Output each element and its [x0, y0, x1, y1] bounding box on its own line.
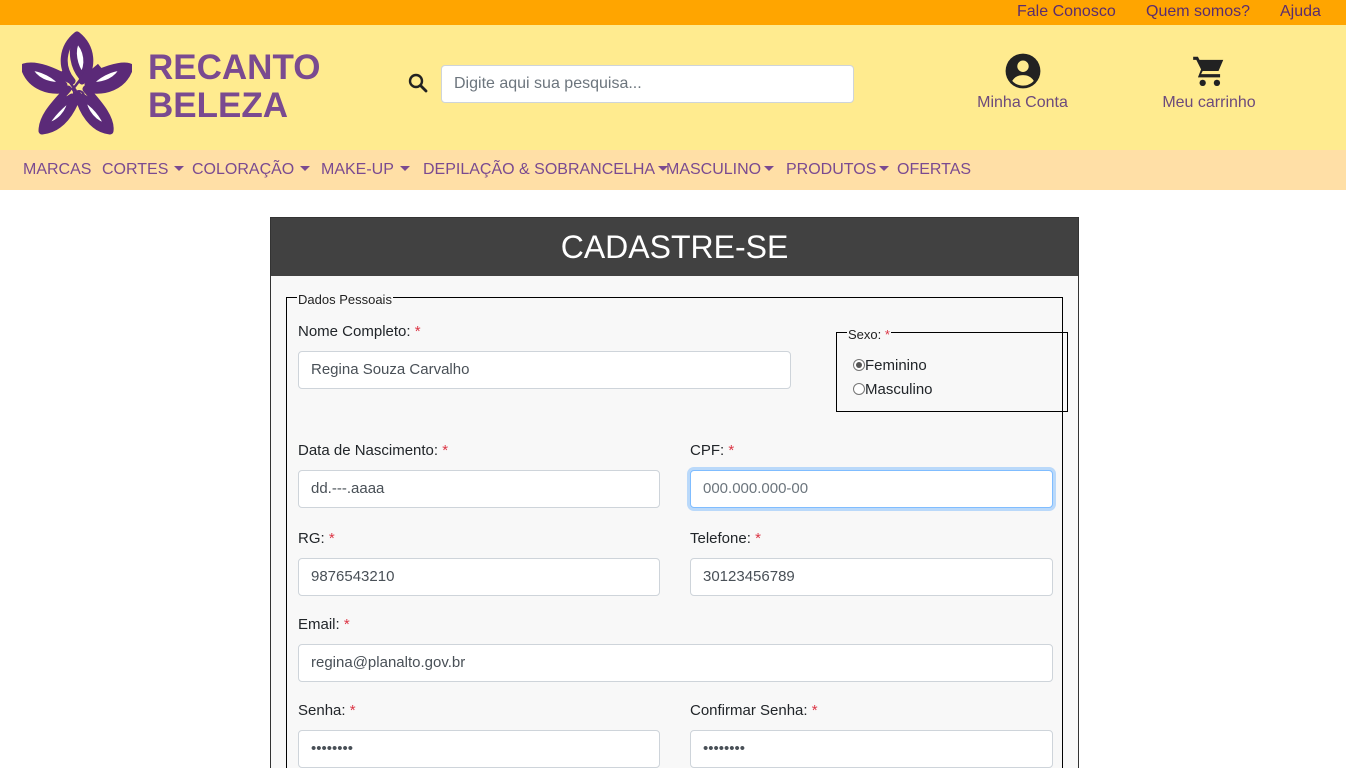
nav-item-depilacao[interactable]: DEPILAÇÃO & SOBRANCELHA: [423, 161, 669, 179]
senha-label: Senha: *: [298, 702, 356, 719]
caret-down-icon: [174, 166, 185, 171]
account-circle-icon: [1005, 53, 1040, 89]
sexo-option-masculino[interactable]: Masculino: [853, 381, 933, 398]
required-mark: *: [755, 530, 761, 547]
caret-down-icon: [300, 166, 311, 171]
rg-input[interactable]: 9876543210: [298, 558, 660, 596]
required-mark: *: [811, 702, 818, 719]
register-card: CADASTRE-SE Dados Pessoais Nome Completo…: [270, 217, 1079, 768]
required-mark: *: [328, 530, 335, 547]
cart-label: Meu carrinho: [1162, 94, 1256, 111]
radio-masculino[interactable]: [853, 383, 865, 395]
nav-item-make-up[interactable]: MAKE-UP: [321, 161, 410, 179]
flower-logo-icon[interactable]: [22, 31, 132, 135]
caret-down-icon: [764, 166, 775, 171]
nav-item-marcas[interactable]: MARCAS: [23, 161, 91, 179]
required-mark: *: [414, 323, 421, 340]
personal-data-fieldset: Dados Pessoais Nome Completo: * Regina S…: [286, 292, 1068, 768]
nav-item-cortes[interactable]: CORTES: [102, 161, 185, 179]
brand-name[interactable]: RECANTO BELEZA: [148, 49, 320, 125]
quem-somos-link[interactable]: Quem somos?: [1146, 3, 1250, 21]
email-label: Email: *: [298, 616, 350, 633]
rg-label: RG: *: [298, 530, 335, 547]
confirmar-senha-label: Confirmar Senha: *: [690, 702, 818, 719]
brand-line-1: RECANTO: [148, 48, 321, 87]
brand-line-2: BELEZA: [148, 86, 288, 125]
nascimento-input[interactable]: dd.---.aaaa: [298, 470, 660, 508]
required-mark: *: [884, 327, 890, 342]
nav-item-coloracao[interactable]: COLORAÇÃO: [192, 161, 311, 179]
sexo-fieldset: Sexo: * Feminino Masculino: [836, 327, 1068, 412]
account-button[interactable]: Minha Conta: [975, 52, 1070, 112]
confirmar-senha-input[interactable]: ••••••••: [690, 730, 1053, 768]
telefone-input[interactable]: 30123456789: [690, 558, 1053, 596]
radio-feminino[interactable]: [853, 359, 865, 371]
caret-down-icon: [879, 166, 890, 171]
nav-item-masculino[interactable]: MASCULINO: [666, 161, 775, 179]
required-mark: *: [442, 442, 449, 459]
sexo-legend: Sexo: *: [847, 327, 891, 342]
shopping-cart-icon: [1193, 56, 1224, 87]
email-input[interactable]: regina@planalto.gov.br: [298, 644, 1053, 682]
cpf-label: CPF: *: [690, 442, 735, 459]
cpf-input[interactable]: 000.000.000-00: [690, 470, 1053, 508]
nome-label: Nome Completo: *: [298, 323, 421, 340]
sexo-option-feminino[interactable]: Feminino: [853, 357, 927, 374]
fale-conosco-link[interactable]: Fale Conosco: [1017, 3, 1116, 21]
site-header: RECANTO BELEZA Minha Conta Meu carrinho: [0, 25, 1346, 150]
account-label: Minha Conta: [977, 94, 1068, 111]
caret-down-icon: [399, 166, 410, 171]
senha-input[interactable]: ••••••••: [298, 730, 660, 768]
register-title: CADASTRE-SE: [271, 218, 1078, 276]
nav-item-produtos[interactable]: PRODUTOS: [786, 161, 890, 179]
nome-input[interactable]: Regina Souza Carvalho: [298, 351, 791, 389]
top-bar: Fale Conosco Quem somos? Ajuda: [0, 0, 1346, 25]
nav-item-ofertas[interactable]: OFERTAS: [897, 161, 971, 179]
search-icon[interactable]: [406, 71, 430, 95]
ajuda-link[interactable]: Ajuda: [1280, 3, 1321, 21]
required-mark: *: [728, 442, 735, 459]
required-mark: *: [349, 702, 356, 719]
telefone-label: Telefone: *: [690, 530, 761, 547]
nascimento-label: Data de Nascimento: *: [298, 442, 449, 459]
cart-button[interactable]: Meu carrinho: [1158, 52, 1260, 112]
required-mark: *: [343, 616, 350, 633]
personal-data-legend: Dados Pessoais: [297, 292, 393, 307]
search-input[interactable]: [441, 65, 854, 103]
category-nav: MARCAS CORTES COLORAÇÃO MAKE-UP DEPILAÇÃ…: [0, 150, 1346, 190]
